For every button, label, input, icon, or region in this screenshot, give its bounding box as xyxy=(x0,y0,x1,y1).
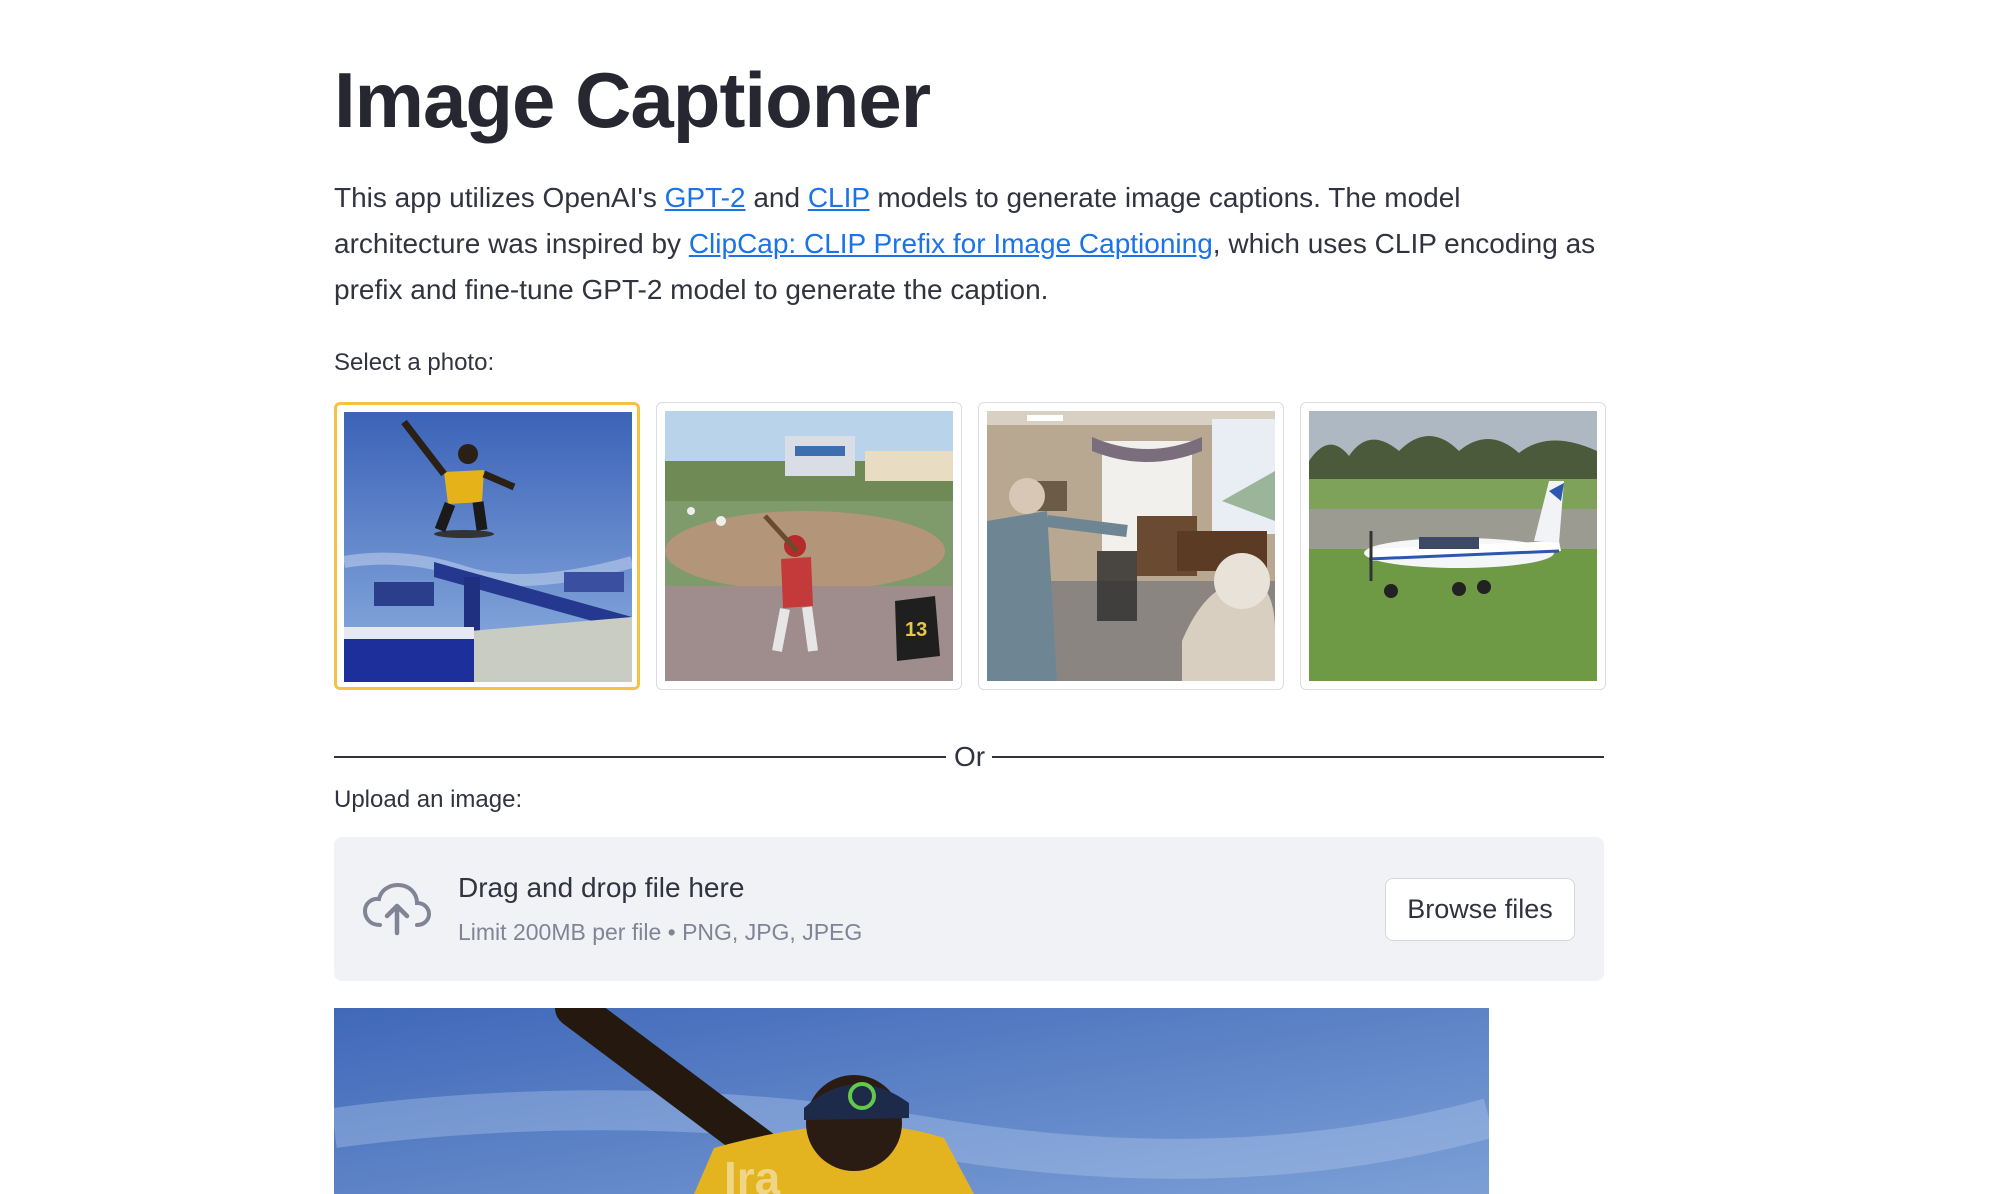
or-text: Or xyxy=(954,741,986,772)
intro-text-2: and xyxy=(745,182,808,213)
photo-option-baseball[interactable]: 13 xyxy=(656,402,962,690)
page-title: Image Captioner xyxy=(334,56,931,144)
intro-text-1: This app utilizes OpenAI's xyxy=(334,182,665,213)
photo-option-room[interactable] xyxy=(978,402,1284,690)
selected-image-preview: Ira xyxy=(334,1008,1489,1194)
select-photo-label: Select a photo: xyxy=(334,349,495,376)
or-divider: Or xyxy=(334,742,1604,772)
upload-image-label: Upload an image: xyxy=(334,786,523,813)
clip-link[interactable]: CLIP xyxy=(808,182,870,213)
baseball-photo: 13 xyxy=(665,411,953,681)
divider-line-right xyxy=(992,756,1604,758)
file-dropzone[interactable]: Drag and drop file here Limit 200MB per … xyxy=(334,837,1604,981)
browse-files-button[interactable]: Browse files xyxy=(1385,878,1575,941)
drag-drop-text: Drag and drop file here xyxy=(458,872,745,903)
svg-text:Ira: Ira xyxy=(724,1152,781,1194)
intro-paragraph: This app utilizes OpenAI's GPT-2 and CLI… xyxy=(334,175,1604,313)
photo-option-skateboarder[interactable] xyxy=(334,402,640,690)
cloud-upload-icon xyxy=(362,882,432,936)
file-limit-text: Limit 200MB per file • PNG, JPG, JPEG xyxy=(458,919,863,945)
divider-line-left xyxy=(334,756,946,758)
clipcap-link[interactable]: ClipCap: CLIP Prefix for Image Captionin… xyxy=(689,228,1213,259)
room-photo xyxy=(987,411,1275,681)
photo-gallery: 13 xyxy=(334,402,1606,690)
svg-text:13: 13 xyxy=(905,619,927,641)
gpt2-link[interactable]: GPT-2 xyxy=(665,182,746,213)
photo-option-airplane[interactable] xyxy=(1300,402,1606,690)
preview-skateboarder-image: Ira xyxy=(334,1008,1489,1194)
skateboarder-photo xyxy=(344,412,632,682)
airplane-photo xyxy=(1309,411,1597,681)
